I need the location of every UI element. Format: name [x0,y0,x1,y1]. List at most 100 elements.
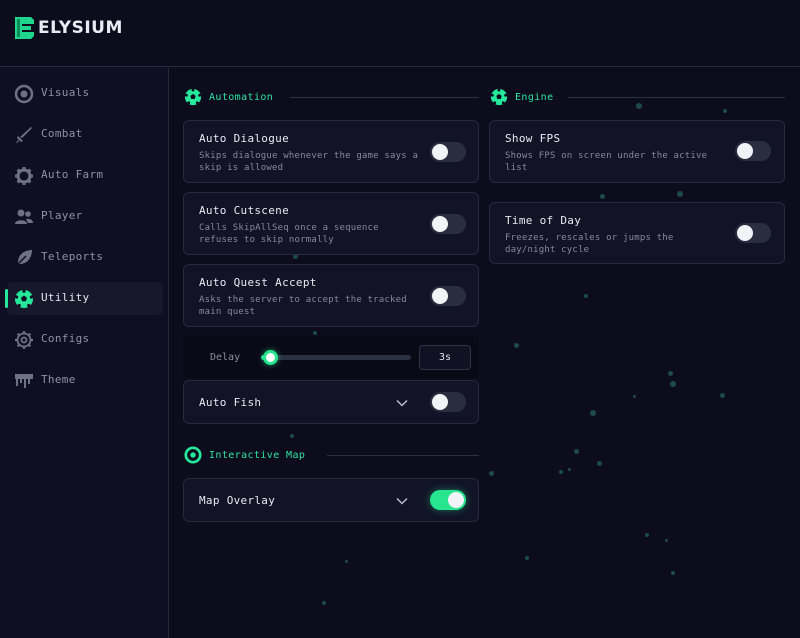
card-description: Shows FPS on screen under the active lis… [505,150,707,174]
sidebar-item-teleports[interactable]: Teleports [7,241,163,274]
gear-icon [15,167,33,185]
sidebar-item-configs[interactable]: Configs [7,323,163,356]
particle [633,395,636,398]
app-logo: ELYSIUM [13,15,123,41]
map-overlay-toggle[interactable] [430,490,466,510]
particle [525,556,529,560]
particle [322,601,326,605]
particle [645,533,649,537]
card-title: Auto Cutscene [199,204,289,217]
auto-dialogue-card: Auto Dialogue Skips dialogue whenever th… [183,120,479,183]
description-line: Skips dialogue whenever the game says a [199,151,419,161]
description-line: list [505,163,528,173]
particle [668,371,673,376]
particle [590,410,596,416]
show-fps-toggle[interactable] [735,141,771,161]
particle [670,381,676,387]
section-divider [290,97,479,98]
particle [568,468,571,471]
particle [290,434,294,438]
auto-quest-accept-card: Auto Quest Accept Asks the server to acc… [183,264,479,327]
time-of-day-card: Time of Day Freezes, rescales or jumps t… [489,202,785,264]
sidebar-item-label: Configs [41,332,90,345]
map-overlay-card: Map Overlay [183,478,479,522]
description-line: main quest [199,307,256,317]
particle [671,571,675,575]
auto-fish-toggle[interactable] [430,392,466,412]
sidebar-item-label: Theme [41,373,76,386]
card-title: Time of Day [505,214,582,227]
particle [584,294,588,298]
users-icon [15,209,33,224]
card-title: Show FPS [505,132,561,145]
active-indicator [5,289,8,308]
section-divider [327,455,479,456]
sidebar-item-label: Teleports [41,250,104,263]
description-line: refuses to skip normally [199,235,334,245]
toggle-knob [448,492,464,508]
card-title: Auto Dialogue [199,132,289,145]
toggle-knob [737,143,753,159]
particle [597,461,602,466]
particle [345,560,348,563]
soccer-ball-icon [490,88,508,106]
card-title: Map Overlay [199,494,276,507]
section-title: Engine [515,91,554,103]
particle [574,449,579,454]
elysium-logo-icon [15,17,34,39]
sidebar-item-visuals[interactable]: Visuals [7,77,163,110]
eye-ring-icon [14,84,34,104]
target-icon [184,446,202,464]
description-line: skip is allowed [199,163,284,173]
section-title: Automation [209,91,274,103]
section-divider [568,97,785,98]
toggle-knob [432,144,448,160]
particle [723,109,727,113]
toggle-knob [432,216,448,232]
chevron-down-icon[interactable] [396,397,408,409]
sidebar-item-label: Combat [41,127,83,140]
delay-slider[interactable] [261,355,411,360]
sidebar-item-utility[interactable]: Utility [5,282,163,315]
particle [559,470,563,474]
auto-cutscene-card: Auto Cutscene Calls SkipAllSeq once a se… [183,192,479,255]
sidebar-item-auto-farm[interactable]: Auto Farm [7,159,163,192]
show-fps-card: Show FPS Shows FPS on screen under the a… [489,120,785,183]
sidebar: Visuals Combat Auto Farm Player Teleport… [0,68,169,638]
soccer-ball-icon [15,289,33,308]
card-description: Skips dialogue whenever the game says a … [199,150,418,174]
chevron-down-icon[interactable] [396,495,408,507]
delay-label: Delay [210,352,241,363]
description-line: Freezes, rescales or jumps the [505,233,674,243]
toggle-knob [432,288,448,304]
auto-dialogue-toggle[interactable] [430,142,466,162]
app-header: ELYSIUM [0,0,800,67]
slider-thumb[interactable] [263,350,278,365]
delay-value-input[interactable]: 3s [419,345,471,370]
sword-icon [16,127,32,143]
feather-icon [15,250,32,267]
toggle-knob [737,225,753,241]
particle [600,194,605,199]
card-title: Auto Fish [199,396,262,409]
section-header-engine: Engine [490,87,785,107]
auto-fish-card: Auto Fish [183,380,479,424]
sidebar-item-label: Visuals [41,86,90,99]
sidebar-item-theme[interactable]: Theme [7,364,163,397]
time-of-day-toggle[interactable] [735,223,771,243]
sidebar-item-combat[interactable]: Combat [7,118,163,151]
description-line: Calls SkipAllSeq once a sequence [199,223,379,233]
delay-slider-row: Delay 3s [183,336,479,378]
card-description: Calls SkipAllSeq once a sequence refuses… [199,222,379,246]
particle [720,393,725,398]
auto-quest-accept-toggle[interactable] [430,286,466,306]
settings-icon [15,331,33,349]
section-header-interactive-map: Interactive Map [184,445,479,465]
description-line: Asks the server to accept the tracked [199,295,407,305]
auto-cutscene-toggle[interactable] [430,214,466,234]
paint-drip-icon [15,374,33,388]
sidebar-item-label: Auto Farm [41,168,104,181]
soccer-ball-icon [184,88,202,106]
particle [489,471,494,476]
sidebar-item-player[interactable]: Player [7,200,163,233]
